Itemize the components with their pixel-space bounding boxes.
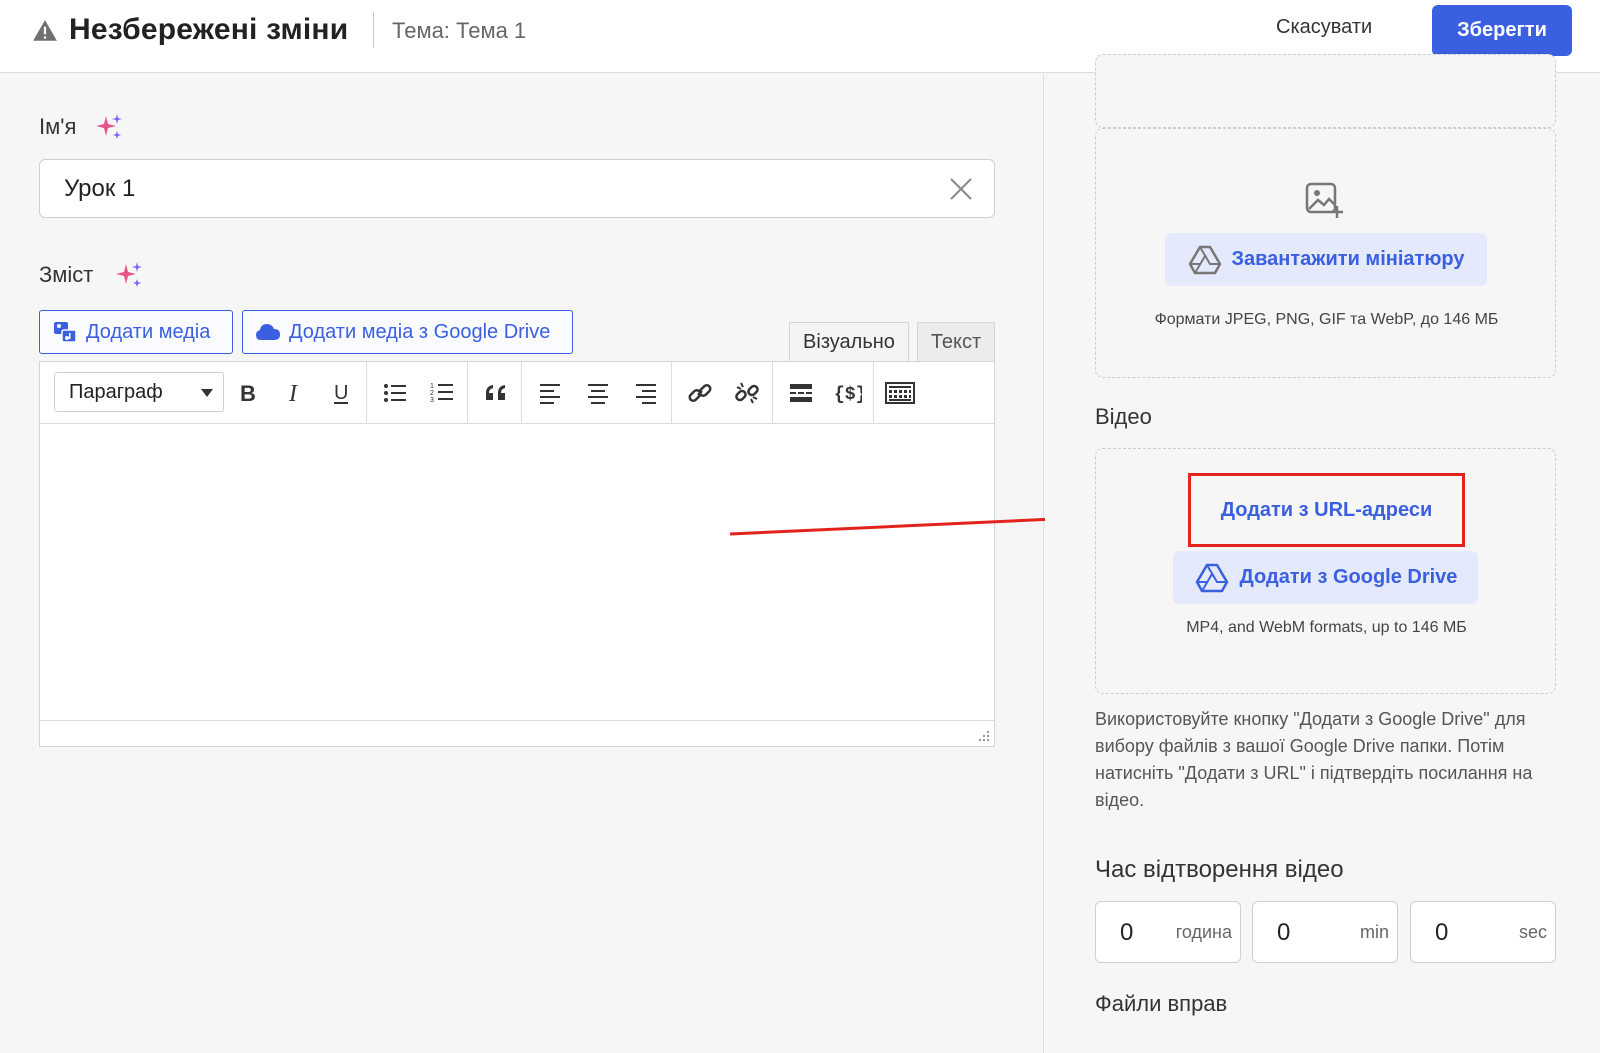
align-center-icon — [588, 384, 608, 404]
svg-text:{$}: {$} — [834, 385, 862, 405]
keyboard-icon — [885, 382, 915, 404]
video-section-label: Відео — [1095, 404, 1152, 429]
playtime-hours-input[interactable] — [1120, 918, 1170, 948]
chevron-down-icon — [201, 389, 213, 397]
add-from-url-button[interactable]: Додати з URL-адреси — [1192, 477, 1461, 543]
read-more-button[interactable] — [784, 376, 818, 410]
lesson-editor-panel: Ім'я Зміст Додати медіа Додати медіа з G… — [0, 74, 1044, 1053]
italic-button[interactable]: I — [277, 376, 311, 410]
toolbar-separator — [467, 362, 468, 424]
hours-unit-label: година — [1175, 922, 1232, 942]
align-left-button[interactable] — [533, 376, 567, 410]
sparkle-icon[interactable] — [94, 112, 124, 142]
add-from-google-drive-label: Додати з Google Drive — [1239, 566, 1458, 588]
lesson-name-field[interactable] — [39, 159, 995, 218]
format-select-value: Параграф — [69, 380, 163, 403]
playtime-seconds-input[interactable] — [1435, 918, 1485, 948]
upload-box-partial — [1095, 54, 1556, 128]
svg-text:3: 3 — [430, 397, 434, 404]
playtime-seconds-field[interactable]: sec — [1410, 901, 1556, 963]
thumbnail-formats-hint: Формати JPEG, PNG, GIF та WebP, до 146 М… — [1154, 311, 1499, 328]
toolbar-toggle-button[interactable] — [883, 376, 917, 410]
sparkle-icon[interactable] — [114, 260, 144, 290]
toolbar-separator — [671, 362, 672, 424]
bullet-list-button[interactable] — [378, 376, 412, 410]
google-drive-icon — [1195, 563, 1228, 592]
code-button[interactable]: {$} — [831, 376, 865, 410]
align-right-icon — [636, 384, 656, 404]
playtime-hours-field[interactable]: година — [1095, 901, 1241, 963]
name-label: Ім'я — [39, 114, 77, 139]
align-right-button[interactable] — [629, 376, 663, 410]
svg-text:2: 2 — [430, 390, 434, 397]
unlink-icon — [735, 382, 759, 404]
underline-button[interactable]: U — [324, 376, 358, 410]
bold-icon: B — [240, 381, 256, 405]
resize-handle-icon[interactable] — [976, 728, 990, 742]
svg-text:1: 1 — [430, 383, 434, 390]
insert-link-button[interactable] — [683, 376, 717, 410]
italic-icon: I — [288, 381, 298, 405]
align-center-button[interactable] — [581, 376, 615, 410]
google-drive-icon — [1188, 245, 1221, 274]
rich-text-editor: Параграф B I U 1 2 3 {$ — [39, 361, 995, 747]
numbered-list-icon: 1 2 3 — [430, 383, 453, 404]
thumbnail-upload-box: Завантажити мініатюру Формати JPEG, PNG,… — [1095, 128, 1556, 378]
toolbar-separator — [772, 362, 773, 424]
playtime-minutes-field[interactable]: min — [1252, 901, 1398, 963]
warning-icon — [33, 20, 57, 41]
header-divider — [373, 12, 374, 48]
content-label: Зміст — [39, 262, 94, 287]
video-formats-hint: MP4, and WebM formats, up to 146 МБ — [1186, 619, 1467, 636]
minutes-unit-label: min — [1359, 922, 1389, 942]
save-button[interactable]: Зберегти — [1432, 5, 1572, 56]
video-playtime-label: Час відтворення відео — [1095, 856, 1344, 883]
video-upload-box: Додати з URL-адреси Додати з Google Driv… — [1095, 448, 1556, 694]
upload-thumbnail-label: Завантажити мініатюру — [1231, 248, 1465, 270]
clear-icon[interactable] — [948, 176, 974, 202]
add-media-label: Додати медіа — [86, 320, 211, 343]
tab-text[interactable]: Текст — [917, 322, 995, 362]
blockquote-button[interactable] — [479, 376, 513, 410]
add-from-google-drive-button[interactable]: Додати з Google Drive — [1173, 551, 1478, 604]
numbered-list-button[interactable]: 1 2 3 — [425, 376, 459, 410]
upload-thumbnail-button[interactable]: Завантажити мініатюру — [1165, 233, 1487, 286]
add-gdrive-media-label: Додати медіа з Google Drive — [289, 320, 551, 343]
tab-visual[interactable]: Візуально — [789, 322, 909, 362]
seconds-unit-label: sec — [1518, 922, 1547, 942]
media-icon — [54, 322, 77, 343]
bullet-list-icon — [384, 384, 406, 402]
topic-breadcrumb: Тема: Тема 1 — [392, 18, 527, 43]
link-icon — [688, 383, 712, 403]
image-add-icon — [1305, 182, 1343, 218]
cloud-icon — [256, 324, 280, 340]
blockquote-icon — [486, 385, 505, 400]
add-media-google-drive-button[interactable]: Додати медіа з Google Drive — [242, 310, 573, 354]
page-title: Незбережені зміни — [69, 13, 349, 46]
svg-text:B: B — [240, 381, 256, 405]
code-icon: {$} — [834, 385, 862, 405]
editor-status-bar — [40, 720, 994, 746]
exercise-files-label: Файли вправ — [1095, 991, 1228, 1016]
underline-icon: U — [334, 382, 348, 404]
toolbar-separator — [521, 362, 522, 424]
lesson-name-input[interactable] — [64, 174, 924, 204]
editor-content-area[interactable] — [40, 424, 994, 720]
svg-text:U: U — [334, 382, 348, 404]
cancel-button[interactable]: Скасувати — [1276, 16, 1372, 39]
bold-button[interactable]: B — [230, 376, 264, 410]
toolbar-separator — [873, 362, 874, 424]
playtime-minutes-input[interactable] — [1277, 918, 1327, 948]
google-drive-help-text: Використовуйте кнопку "Додати з Google D… — [1095, 709, 1533, 810]
svg-text:I: I — [288, 381, 298, 405]
remove-link-button[interactable] — [730, 376, 764, 410]
lesson-settings-sidebar: Завантажити мініатюру Формати JPEG, PNG,… — [1045, 54, 1600, 1053]
editor-toolbar: Параграф B I U 1 2 3 {$ — [40, 362, 994, 424]
toolbar-separator — [366, 362, 367, 424]
read-more-icon — [790, 384, 812, 402]
add-media-button[interactable]: Додати медіа — [39, 310, 233, 354]
align-left-icon — [540, 384, 560, 404]
paragraph-format-select[interactable]: Параграф — [54, 372, 224, 412]
